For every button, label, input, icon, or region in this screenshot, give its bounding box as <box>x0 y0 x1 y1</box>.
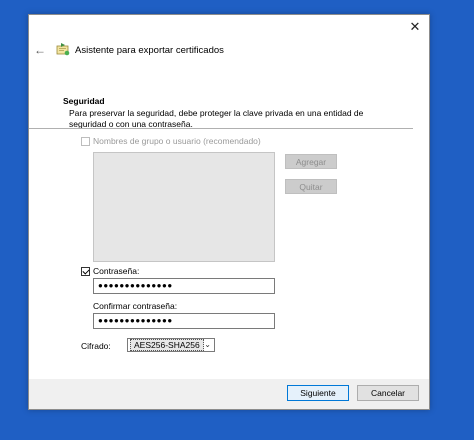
group-names-option[interactable]: Nombres de grupo o usuario (recomendado) <box>81 136 261 146</box>
principals-listbox[interactable] <box>93 152 275 262</box>
confirm-password-field[interactable]: ●●●●●●●●●●●●●● <box>93 313 275 329</box>
add-button[interactable]: Agregar <box>285 154 337 169</box>
back-arrow-icon: ← <box>34 43 46 57</box>
remove-button[interactable]: Quitar <box>285 179 337 194</box>
password-checkbox[interactable] <box>81 266 90 276</box>
section-description: Para preservar la seguridad, debe proteg… <box>69 108 364 129</box>
password-field[interactable]: ●●●●●●●●●●●●●● <box>93 278 275 294</box>
confirm-password-label: Confirmar contraseña: <box>93 301 178 311</box>
wizard-title: Asistente para exportar certificados <box>75 45 224 56</box>
section-title: Seguridad <box>63 96 105 106</box>
cancel-button[interactable]: Cancelar <box>357 385 419 401</box>
close-button[interactable]: ✕ <box>407 19 423 35</box>
chevron-down-icon: ⌄ <box>204 340 211 349</box>
encryption-selected-value: AES256-SHA256 <box>130 339 204 351</box>
encryption-select[interactable]: AES256-SHA256 ⌄ <box>127 338 215 352</box>
back-button[interactable]: ← <box>33 43 47 57</box>
group-names-checkbox[interactable] <box>81 136 90 146</box>
password-option[interactable]: Contraseña: <box>81 266 139 276</box>
certificate-wizard-icon <box>56 43 70 56</box>
export-wizard-dialog: ✕ ← Asistente para exportar certificados… <box>28 14 430 410</box>
header-separator <box>29 128 413 129</box>
group-names-label: Nombres de grupo o usuario (recomendado) <box>93 136 261 146</box>
encryption-label: Cifrado: <box>81 341 111 351</box>
next-button[interactable]: Siguiente <box>287 385 349 401</box>
password-label: Contraseña: <box>93 266 140 276</box>
close-icon: ✕ <box>409 19 421 34</box>
